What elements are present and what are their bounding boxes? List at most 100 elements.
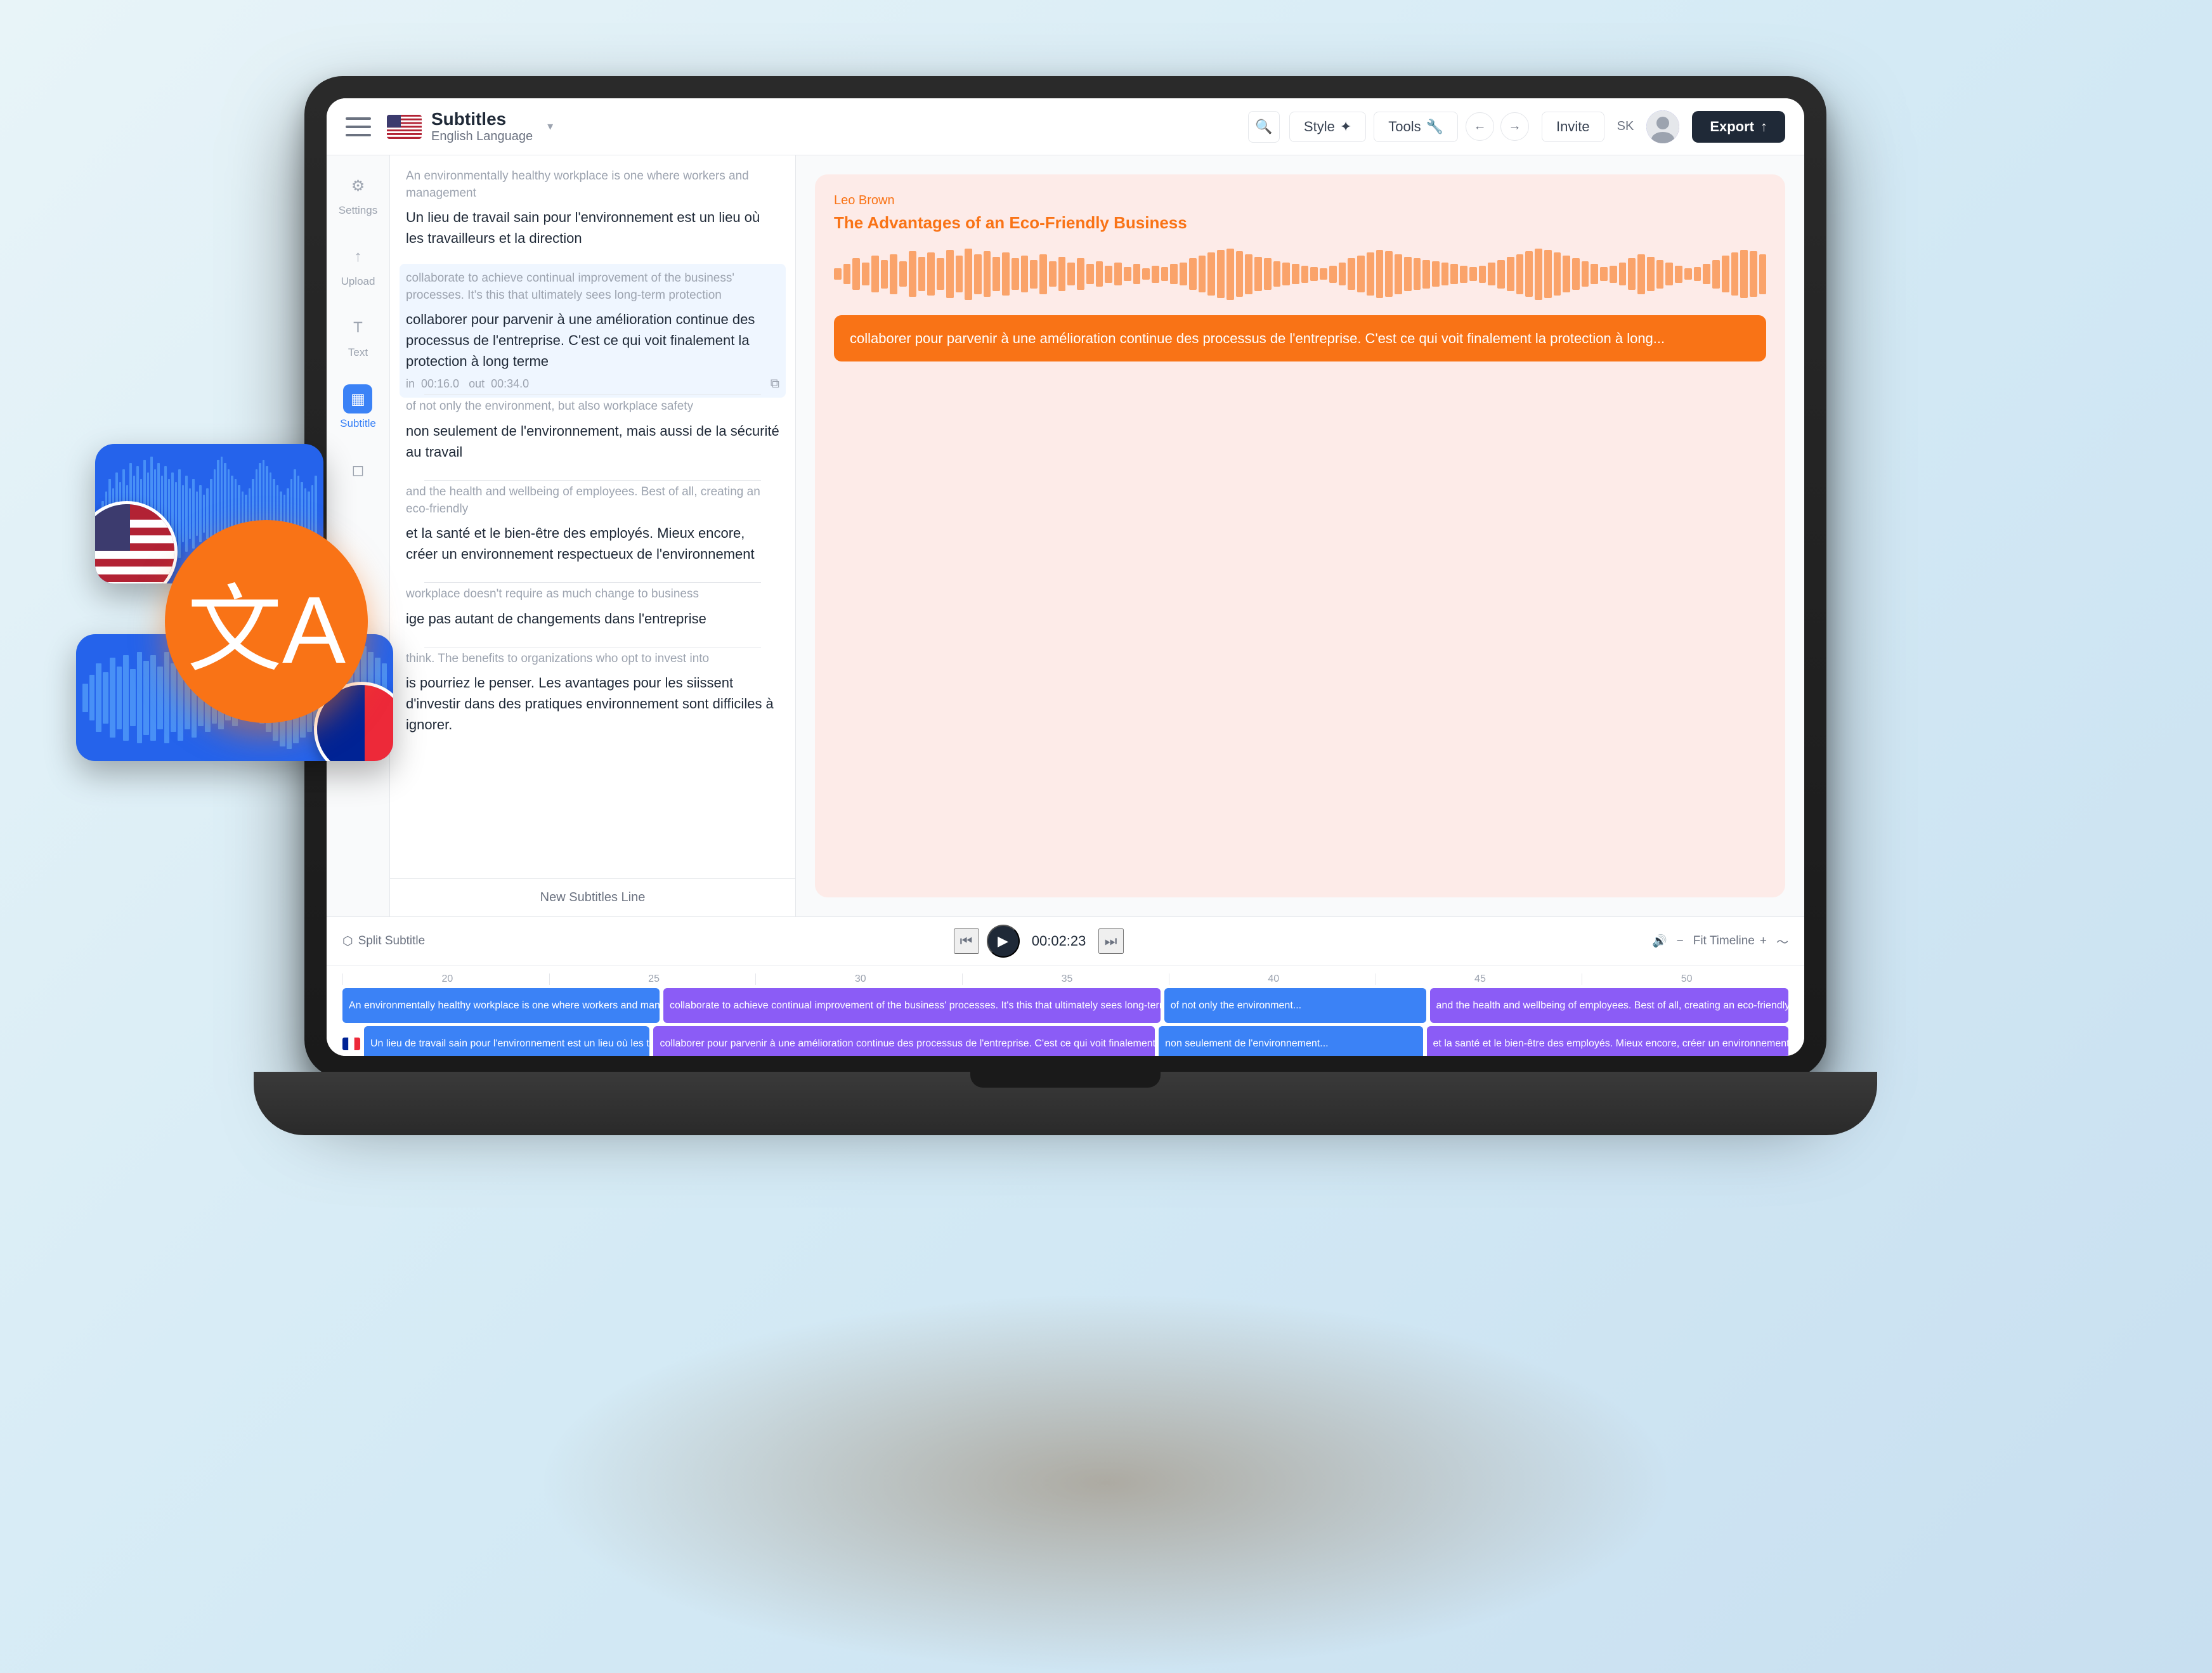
- copy-icon[interactable]: ⧉: [771, 377, 779, 391]
- timeline-block-fr-2[interactable]: collaborer pour parvenir à une améliorat…: [653, 1026, 1155, 1056]
- skip-forward-button[interactable]: ⏭: [1098, 928, 1124, 954]
- laptop-bezel: Subtitles English Language ▾ 🔍 Style ✦ T…: [304, 76, 1826, 1078]
- add-subtitle-button[interactable]: New Subtitles Line: [390, 878, 795, 916]
- ruler-tick-35: 35: [962, 973, 1169, 985]
- hamburger-menu[interactable]: [346, 117, 371, 136]
- fit-timeline-button[interactable]: Fit Timeline +: [1693, 934, 1767, 948]
- translate-icon-circle: 文A: [165, 520, 368, 723]
- sidebar-item-subtitle[interactable]: ▦ Subtitle: [340, 384, 376, 430]
- dropdown-arrow-icon[interactable]: ▾: [547, 120, 553, 133]
- app-container: Subtitles English Language ▾ 🔍 Style ✦ T…: [327, 98, 1804, 1056]
- minus-btn[interactable]: −: [1677, 934, 1684, 948]
- split-icon: ⬡: [342, 934, 353, 949]
- sidebar-item-text[interactable]: T Text: [344, 313, 373, 359]
- sidebar-item-settings[interactable]: ⚙ Settings: [339, 171, 377, 217]
- timeline-block-fr-1[interactable]: Un lieu de travail sain pour l'environne…: [364, 1026, 649, 1056]
- user-initials: SK: [1617, 119, 1634, 134]
- timeline-right-controls: 🔊 − Fit Timeline + 〜: [1652, 933, 1788, 950]
- audio-card-author: Leo Brown: [834, 193, 1766, 208]
- subtitle-translation-3: non seulement de l'environnement, mais a…: [406, 420, 779, 462]
- time-in-label: in 00:16.0: [406, 377, 459, 391]
- subtitle-entry-3: of not only the environment, but also wo…: [406, 398, 779, 462]
- timeline-track: 20 25 30 35 40 45 50 An environmentally …: [327, 966, 1804, 1056]
- timeline-block-en-3[interactable]: of not only the environment...: [1164, 988, 1426, 1023]
- subtitle-entry-2: collaborate to achieve continual improve…: [400, 264, 786, 398]
- laptop-wrapper: Subtitles English Language ▾ 🔍 Style ✦ T…: [304, 76, 1890, 1281]
- play-controls: ⏮ ▶ 00:02:23 ⏭: [954, 925, 1124, 958]
- play-button[interactable]: ▶: [987, 925, 1020, 958]
- export-icon: ↑: [1760, 119, 1767, 135]
- subtitle-original-3: of not only the environment, but also wo…: [406, 398, 779, 415]
- ruler-tick-25: 25: [549, 973, 756, 985]
- preview-panel: Leo Brown The Advantages of an Eco-Frien…: [796, 155, 1804, 916]
- sidebar-upload-label: Upload: [341, 275, 375, 288]
- time-display: 00:02:23: [1027, 933, 1091, 949]
- invite-button[interactable]: Invite: [1542, 112, 1604, 142]
- top-bar: Subtitles English Language ▾ 🔍 Style ✦ T…: [327, 98, 1804, 155]
- subtitle-entries: An environmentally healthy workplace is …: [390, 155, 795, 878]
- laptop-notch: [970, 1072, 1161, 1088]
- laptop-base: [254, 1072, 1877, 1135]
- ruler-tick-50: 50: [1582, 973, 1788, 985]
- background-blob: [535, 1292, 1677, 1673]
- subtitle-translation-4: et la santé et le bien-être des employés…: [406, 523, 779, 564]
- sidebar-subtitle-label: Subtitle: [340, 417, 376, 430]
- divider-2: [424, 394, 760, 395]
- main-content: ⚙ Settings ↑ Upload T Text ▦: [327, 155, 1804, 916]
- waveform-display: // Generate waveform bars inline var bar…: [834, 245, 1766, 303]
- subtitle-highlight-box: collaborer pour parvenir à une améliorat…: [834, 315, 1766, 361]
- sidebar-item-upload[interactable]: ↑ Upload: [341, 242, 375, 288]
- sidebar-settings-label: Settings: [339, 204, 377, 217]
- left-sidebar: ⚙ Settings ↑ Upload T Text ▦: [327, 155, 390, 916]
- timeline-block-en-4[interactable]: and the health and wellbeing of employee…: [1430, 988, 1789, 1023]
- split-subtitle-button[interactable]: ⬡ Split Subtitle: [342, 934, 425, 949]
- skip-back-button[interactable]: ⏮: [954, 928, 979, 954]
- subtitle-icon: ▦: [343, 384, 372, 413]
- nav-forward-button[interactable]: →: [1500, 112, 1529, 141]
- waveform-bars: // Generate waveform bars inline var bar…: [834, 245, 1766, 303]
- upload-icon: ↑: [344, 242, 373, 271]
- style-button[interactable]: Style ✦: [1289, 112, 1366, 142]
- laptop-screen: Subtitles English Language ▾ 🔍 Style ✦ T…: [327, 98, 1804, 1056]
- audio-card-title: The Advantages of an Eco-Friendly Busine…: [834, 213, 1766, 233]
- style-icon: ✦: [1340, 119, 1351, 135]
- subtitle-translation-2: collaborer pour parvenir à une améliorat…: [406, 309, 779, 372]
- subtitle-entry-4: and the health and wellbeing of employee…: [406, 484, 779, 564]
- subtitles-panel: An environmentally healthy workplace is …: [390, 155, 796, 916]
- tools-button[interactable]: Tools 🔧: [1374, 112, 1458, 142]
- user-avatar: [1646, 110, 1679, 143]
- us-flag-brand: [387, 115, 422, 139]
- subtitle-translation-1: Un lieu de travail sain pour l'environne…: [406, 207, 779, 249]
- ruler-tick-30: 30: [755, 973, 962, 985]
- app-title: Subtitles: [431, 109, 533, 129]
- brand-area: Subtitles English Language ▾: [387, 109, 553, 144]
- timeline-area: ⬡ Split Subtitle ⏮ ▶ 00:02:23 ⏭ 🔊 −: [327, 916, 1804, 1056]
- ruler-tick-20: 20: [342, 973, 549, 985]
- text-icon: T: [344, 313, 373, 342]
- timeline-controls: ⬡ Split Subtitle ⏮ ▶ 00:02:23 ⏭ 🔊 −: [327, 917, 1804, 966]
- export-button[interactable]: Export ↑: [1692, 111, 1785, 143]
- ruler-tick-40: 40: [1169, 973, 1376, 985]
- search-button[interactable]: 🔍: [1248, 111, 1280, 143]
- subtitle-original-4: and the health and wellbeing of employee…: [406, 484, 779, 518]
- subtitle-original-5: workplace doesn't require as much change…: [406, 586, 779, 603]
- waveform-toggle-icon[interactable]: 〜: [1776, 933, 1788, 950]
- timeline-block-en-2[interactable]: collaborate to achieve continual improve…: [663, 988, 1161, 1023]
- timeline-block-fr-4[interactable]: et la santé et le bien-être des employés…: [1427, 1026, 1789, 1056]
- subtitle-translation-5: ige pas autant de changements dans l'ent…: [406, 608, 779, 629]
- subtitle-entry-1: An environmentally healthy workplace is …: [406, 168, 779, 249]
- subtitle-translation-6: is pourriez le penser. Les avantages pou…: [406, 672, 779, 735]
- timeline-subtitle-row-fr: Un lieu de travail sain pour l'environne…: [342, 1026, 1788, 1056]
- sidebar-item-extra[interactable]: ◻: [344, 455, 373, 485]
- top-bar-right: ← → Invite SK E: [1466, 110, 1785, 143]
- timeline-block-en-1[interactable]: An environmentally healthy workplace is …: [342, 988, 660, 1023]
- volume-icon[interactable]: 🔊: [1652, 934, 1667, 949]
- tools-icon: 🔧: [1426, 119, 1443, 135]
- ruler-tick-45: 45: [1376, 973, 1582, 985]
- brand-info: Subtitles English Language: [431, 109, 533, 144]
- settings-icon: ⚙: [344, 171, 373, 200]
- plus-btn[interactable]: +: [1760, 934, 1767, 948]
- timeline-block-fr-3[interactable]: non seulement de l'environnement...: [1159, 1026, 1422, 1056]
- nav-back-button[interactable]: ←: [1466, 112, 1494, 141]
- nav-arrows: ← →: [1466, 112, 1529, 141]
